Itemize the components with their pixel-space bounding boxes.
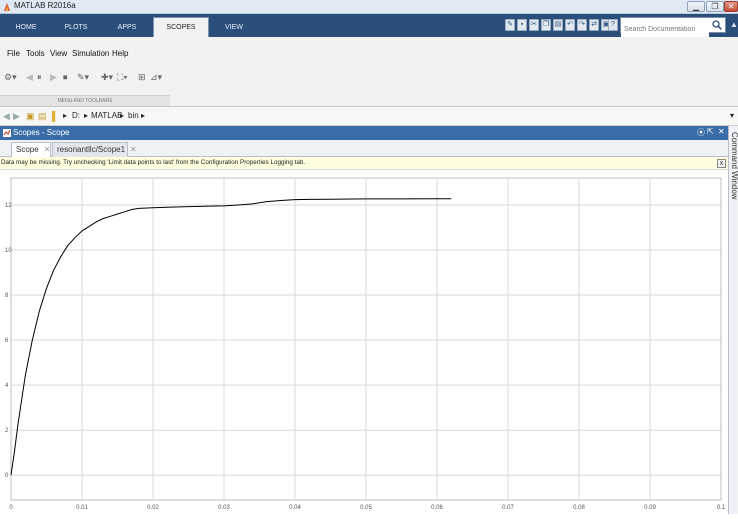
info-message: Data may be missing. Try unchecking 'Lim… xyxy=(1,159,306,166)
path-folder-bin[interactable]: bin xyxy=(128,111,139,120)
back-arrow-icon[interactable]: ◀ xyxy=(3,111,10,122)
zoom-icon[interactable]: ✚▾ xyxy=(101,70,113,84)
title-bar: MATLAB R2016a ▁ ❐ ✕ xyxy=(0,0,738,14)
tab-plots[interactable]: PLOTS xyxy=(52,18,100,37)
tab-scope[interactable]: Scope ✕ xyxy=(11,142,51,157)
undock-icon[interactable]: ⇱ xyxy=(707,127,714,136)
forward-arrow-icon[interactable]: ▶ xyxy=(13,111,20,122)
close-panel-icon[interactable]: ✕ xyxy=(718,127,725,136)
y-tick-label: 2 xyxy=(5,428,9,434)
new-script-icon[interactable]: ✎ xyxy=(505,19,515,31)
window-title: MATLAB R2016a xyxy=(14,1,76,10)
cut-icon[interactable]: ✂ xyxy=(529,19,539,31)
settings-icon[interactable]: ⚙▾ xyxy=(4,70,17,84)
scope-plot-area[interactable]: 0 0.01 0.02 0.03 0.04 0.05 0.06 0.07 0.08 0.09 0.1… xyxy=(0,170,728,514)
x-tick-label: 0.04 xyxy=(289,505,301,511)
search-icon[interactable] xyxy=(712,20,722,30)
scope-tab-bar: Scope ✕ resonantllc/Scope1 ✕ xyxy=(0,140,728,157)
y-tick-label: 6 xyxy=(5,338,9,344)
close-tab-icon[interactable]: ✕ xyxy=(44,145,51,154)
undo-icon[interactable]: ↶ xyxy=(565,19,575,31)
menu-help[interactable]: Help xyxy=(112,49,128,58)
y-tick-label: 0 xyxy=(5,473,9,479)
tab-scope-label: Scope xyxy=(16,145,39,154)
scope-icon xyxy=(3,129,11,137)
minimize-button[interactable]: ▁ xyxy=(687,1,705,12)
switch-windows-icon[interactable]: ⇄ xyxy=(589,19,599,31)
x-tick-label: 0.08 xyxy=(573,505,585,511)
tab-scopes[interactable]: SCOPES xyxy=(153,17,209,37)
cursor-icon[interactable]: ⊞ xyxy=(138,70,146,84)
up-folder-icon[interactable]: ▣ xyxy=(26,111,35,122)
toolbar-section-label: MENU AND TOOLBARS xyxy=(0,95,170,106)
scope-chart[interactable]: 0 0.01 0.02 0.03 0.04 0.05 0.06 0.07 0.08 0.09 0.1… xyxy=(0,170,728,514)
panel-actions-icon[interactable]: ⦿ xyxy=(697,127,705,138)
help-icon[interactable]: ? xyxy=(608,19,618,31)
close-button[interactable]: ✕ xyxy=(724,1,738,12)
stop-icon[interactable]: ⏹ xyxy=(63,70,68,84)
path-folder-matlab[interactable]: MATLAB xyxy=(91,111,122,120)
x-tick-label: 0 xyxy=(9,505,13,511)
paste-icon[interactable]: ▤ xyxy=(553,19,563,31)
path-separator: ▸ xyxy=(84,111,89,120)
menu-view[interactable]: View xyxy=(50,49,67,58)
tab-view[interactable]: VIEW xyxy=(211,18,257,37)
command-window-label: Command Window xyxy=(730,132,738,200)
path-drive[interactable]: D: xyxy=(72,111,80,120)
autoscale-icon[interactable]: ⛶▾ xyxy=(117,70,128,84)
tab-resonant-scope1-label: resonantllc/Scope1 xyxy=(57,145,126,154)
tab-home[interactable]: HOME xyxy=(4,18,48,37)
save-icon[interactable]: ▪ xyxy=(517,19,527,31)
menu-file[interactable]: File xyxy=(7,49,20,58)
path-separator: ▸ xyxy=(120,111,125,120)
menu-simulation[interactable]: Simulation xyxy=(72,49,109,58)
y-tick-label: 4 xyxy=(5,383,9,389)
command-window-collapsed[interactable]: Command Window xyxy=(728,126,738,514)
restore-button[interactable]: ❐ xyxy=(706,1,724,12)
browse-folder-icon[interactable]: ▤ xyxy=(38,111,47,122)
scopes-panel-title: Scopes - Scope xyxy=(13,128,70,137)
x-tick-label: 0.03 xyxy=(218,505,230,511)
x-tick-label: 0.01 xyxy=(76,505,88,511)
current-folder-bar: ◀ ▶ ▣ ▤ ▌ ▸ D: ▸ MATLAB ▸ bin ▸ ▾ xyxy=(0,107,738,126)
ribbon-tab-strip: HOME PLOTS APPS SCOPES VIEW ✎ ▪ ✂ ❐ ▤ ↶ … xyxy=(0,14,738,37)
tab-apps[interactable]: APPS xyxy=(104,18,150,37)
run-icon[interactable]: ▶ xyxy=(50,70,57,84)
folder-icon: ▌ xyxy=(52,111,59,121)
y-tick-label: 10 xyxy=(5,248,12,254)
redo-icon[interactable]: ↷ xyxy=(577,19,587,31)
y-tick-label: 8 xyxy=(5,293,9,299)
scopes-panel-header: Scopes - Scope ⦿ ⇱ ✕ xyxy=(0,126,728,140)
y-tick-label: 12 xyxy=(5,203,12,209)
x-tick-label: 0.06 xyxy=(431,505,443,511)
matlab-logo-icon xyxy=(3,3,11,11)
x-tick-label: 0.05 xyxy=(360,505,372,511)
search-box xyxy=(620,17,726,37)
measure-icon[interactable]: ⊿▾ xyxy=(150,70,162,84)
highlight-icon[interactable]: ✎▾ xyxy=(77,70,89,84)
path-separator: ▸ xyxy=(141,111,146,120)
close-tab-icon[interactable]: ✕ xyxy=(130,145,137,154)
collapse-ribbon-icon[interactable]: ▲ xyxy=(730,20,738,29)
x-tick-label: 0.07 xyxy=(502,505,514,511)
step-back-icon[interactable]: ◀ xyxy=(26,70,33,84)
dismiss-info-button[interactable]: x xyxy=(717,159,726,168)
search-input[interactable] xyxy=(621,22,709,37)
x-tick-label: 0.02 xyxy=(147,505,159,511)
tab-resonant-scope1[interactable]: resonantllc/Scope1 ✕ xyxy=(52,142,137,157)
ribbon-panel: File Tools View Simulation Help ⚙▾ ◀ ⏸ ▶… xyxy=(0,37,738,107)
x-tick-label: 0.1 xyxy=(717,505,726,511)
path-separator: ▸ xyxy=(63,111,68,120)
copy-icon[interactable]: ❐ xyxy=(541,19,551,31)
menu-tools[interactable]: Tools xyxy=(26,49,45,58)
pause-icon[interactable]: ⏸ xyxy=(37,70,42,84)
path-dropdown-icon[interactable]: ▾ xyxy=(730,111,734,120)
x-tick-label: 0.09 xyxy=(644,505,656,511)
info-bar: Data may be missing. Try unchecking 'Lim… xyxy=(0,157,728,170)
